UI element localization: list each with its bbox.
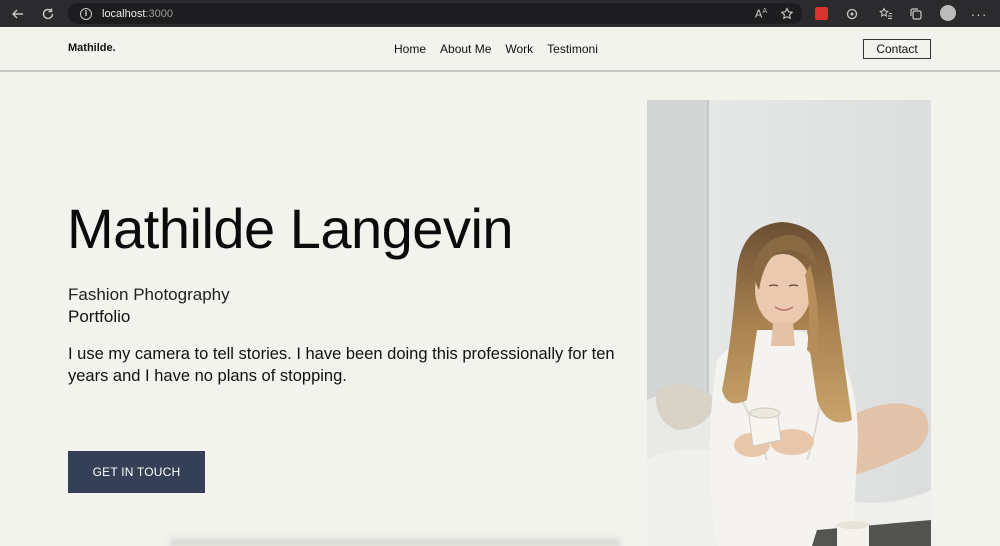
hero-photo xyxy=(647,100,931,546)
collections-icon[interactable] xyxy=(907,5,925,23)
nav-work[interactable]: Work xyxy=(505,42,533,56)
site-header: Mathilde. Home About Me Work Testimoni C… xyxy=(0,27,1000,72)
hero-subtitle: Fashion Photography xyxy=(68,285,230,304)
hero-subtitle-portfolio: Portfolio xyxy=(68,307,131,326)
url-text: localhost:3000 xyxy=(102,7,173,20)
nav-testimoni[interactable]: Testimoni xyxy=(547,42,598,56)
address-bar[interactable]: i localhost:3000 xyxy=(68,3,802,24)
puzzle-icon[interactable] xyxy=(843,5,861,23)
favorites-icon[interactable] xyxy=(877,5,895,23)
browser-toolbar: i localhost:3000 AA ··· xyxy=(0,0,1000,27)
more-icon[interactable]: ··· xyxy=(970,5,988,23)
reload-icon[interactable] xyxy=(38,4,58,24)
back-arrow-icon[interactable] xyxy=(8,4,28,24)
get-in-touch-button[interactable]: GET IN TOUCH xyxy=(68,451,205,493)
read-aloud-icon[interactable]: AA xyxy=(752,5,770,23)
contact-button[interactable]: Contact xyxy=(863,39,931,59)
nav-home[interactable]: Home xyxy=(394,42,426,56)
hero-title: Mathilde Langevin xyxy=(67,197,514,260)
nav-about-me[interactable]: About Me xyxy=(440,42,491,56)
shadow-divider xyxy=(170,536,620,546)
favorite-add-icon[interactable] xyxy=(778,5,796,23)
profile-icon[interactable] xyxy=(940,5,956,21)
logo[interactable]: Mathilde. xyxy=(68,42,116,54)
extension-icon[interactable] xyxy=(815,7,828,20)
main-nav: Home About Me Work Testimoni xyxy=(394,42,598,56)
hero-description: I use my camera to tell stories. I have … xyxy=(68,345,615,385)
info-icon[interactable]: i xyxy=(80,7,92,20)
